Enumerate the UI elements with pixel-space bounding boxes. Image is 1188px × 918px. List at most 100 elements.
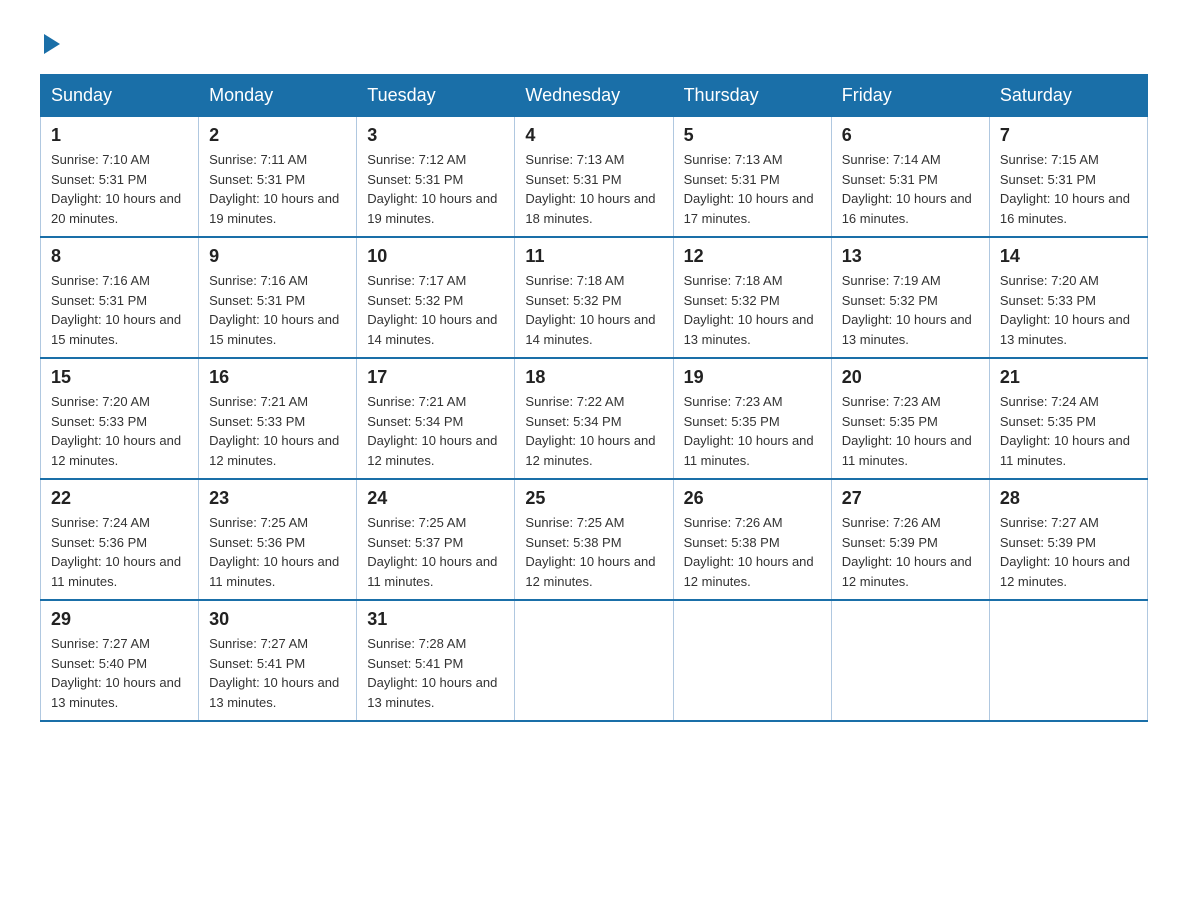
calendar-cell: 19 Sunrise: 7:23 AMSunset: 5:35 PMDaylig… — [673, 358, 831, 479]
calendar-cell: 24 Sunrise: 7:25 AMSunset: 5:37 PMDaylig… — [357, 479, 515, 600]
calendar-cell: 16 Sunrise: 7:21 AMSunset: 5:33 PMDaylig… — [199, 358, 357, 479]
day-info: Sunrise: 7:15 AMSunset: 5:31 PMDaylight:… — [1000, 152, 1130, 226]
day-info: Sunrise: 7:11 AMSunset: 5:31 PMDaylight:… — [209, 152, 339, 226]
calendar-table: SundayMondayTuesdayWednesdayThursdayFrid… — [40, 74, 1148, 722]
day-header-thursday: Thursday — [673, 75, 831, 117]
day-number: 12 — [684, 246, 821, 267]
day-number: 22 — [51, 488, 188, 509]
day-number: 10 — [367, 246, 504, 267]
calendar-cell: 3 Sunrise: 7:12 AMSunset: 5:31 PMDayligh… — [357, 117, 515, 238]
calendar-cell: 4 Sunrise: 7:13 AMSunset: 5:31 PMDayligh… — [515, 117, 673, 238]
day-number: 25 — [525, 488, 662, 509]
calendar-cell — [673, 600, 831, 721]
day-info: Sunrise: 7:25 AMSunset: 5:37 PMDaylight:… — [367, 515, 497, 589]
day-info: Sunrise: 7:16 AMSunset: 5:31 PMDaylight:… — [51, 273, 181, 347]
day-number: 26 — [684, 488, 821, 509]
day-info: Sunrise: 7:20 AMSunset: 5:33 PMDaylight:… — [1000, 273, 1130, 347]
day-number: 13 — [842, 246, 979, 267]
calendar-week-row: 22 Sunrise: 7:24 AMSunset: 5:36 PMDaylig… — [41, 479, 1148, 600]
day-number: 5 — [684, 125, 821, 146]
page-header — [40, 30, 1148, 54]
calendar-cell: 29 Sunrise: 7:27 AMSunset: 5:40 PMDaylig… — [41, 600, 199, 721]
calendar-cell: 7 Sunrise: 7:15 AMSunset: 5:31 PMDayligh… — [989, 117, 1147, 238]
day-number: 18 — [525, 367, 662, 388]
day-info: Sunrise: 7:16 AMSunset: 5:31 PMDaylight:… — [209, 273, 339, 347]
day-info: Sunrise: 7:18 AMSunset: 5:32 PMDaylight:… — [525, 273, 655, 347]
day-info: Sunrise: 7:20 AMSunset: 5:33 PMDaylight:… — [51, 394, 181, 468]
calendar-week-row: 8 Sunrise: 7:16 AMSunset: 5:31 PMDayligh… — [41, 237, 1148, 358]
day-header-wednesday: Wednesday — [515, 75, 673, 117]
calendar-cell: 21 Sunrise: 7:24 AMSunset: 5:35 PMDaylig… — [989, 358, 1147, 479]
calendar-cell — [989, 600, 1147, 721]
day-info: Sunrise: 7:22 AMSunset: 5:34 PMDaylight:… — [525, 394, 655, 468]
day-number: 7 — [1000, 125, 1137, 146]
day-number: 24 — [367, 488, 504, 509]
calendar-cell: 12 Sunrise: 7:18 AMSunset: 5:32 PMDaylig… — [673, 237, 831, 358]
day-number: 9 — [209, 246, 346, 267]
day-header-saturday: Saturday — [989, 75, 1147, 117]
day-info: Sunrise: 7:27 AMSunset: 5:41 PMDaylight:… — [209, 636, 339, 710]
calendar-cell: 15 Sunrise: 7:20 AMSunset: 5:33 PMDaylig… — [41, 358, 199, 479]
day-info: Sunrise: 7:21 AMSunset: 5:34 PMDaylight:… — [367, 394, 497, 468]
calendar-cell: 17 Sunrise: 7:21 AMSunset: 5:34 PMDaylig… — [357, 358, 515, 479]
calendar-week-row: 15 Sunrise: 7:20 AMSunset: 5:33 PMDaylig… — [41, 358, 1148, 479]
day-number: 21 — [1000, 367, 1137, 388]
calendar-cell: 5 Sunrise: 7:13 AMSunset: 5:31 PMDayligh… — [673, 117, 831, 238]
day-number: 19 — [684, 367, 821, 388]
day-info: Sunrise: 7:21 AMSunset: 5:33 PMDaylight:… — [209, 394, 339, 468]
calendar-cell: 6 Sunrise: 7:14 AMSunset: 5:31 PMDayligh… — [831, 117, 989, 238]
calendar-week-row: 1 Sunrise: 7:10 AMSunset: 5:31 PMDayligh… — [41, 117, 1148, 238]
calendar-cell: 18 Sunrise: 7:22 AMSunset: 5:34 PMDaylig… — [515, 358, 673, 479]
day-header-monday: Monday — [199, 75, 357, 117]
day-number: 6 — [842, 125, 979, 146]
logo — [40, 30, 60, 54]
day-number: 4 — [525, 125, 662, 146]
calendar-cell: 30 Sunrise: 7:27 AMSunset: 5:41 PMDaylig… — [199, 600, 357, 721]
calendar-cell: 11 Sunrise: 7:18 AMSunset: 5:32 PMDaylig… — [515, 237, 673, 358]
day-info: Sunrise: 7:13 AMSunset: 5:31 PMDaylight:… — [684, 152, 814, 226]
calendar-cell: 10 Sunrise: 7:17 AMSunset: 5:32 PMDaylig… — [357, 237, 515, 358]
day-info: Sunrise: 7:26 AMSunset: 5:39 PMDaylight:… — [842, 515, 972, 589]
calendar-cell: 1 Sunrise: 7:10 AMSunset: 5:31 PMDayligh… — [41, 117, 199, 238]
day-number: 15 — [51, 367, 188, 388]
day-number: 3 — [367, 125, 504, 146]
day-info: Sunrise: 7:28 AMSunset: 5:41 PMDaylight:… — [367, 636, 497, 710]
day-number: 29 — [51, 609, 188, 630]
calendar-cell: 22 Sunrise: 7:24 AMSunset: 5:36 PMDaylig… — [41, 479, 199, 600]
day-info: Sunrise: 7:14 AMSunset: 5:31 PMDaylight:… — [842, 152, 972, 226]
day-number: 8 — [51, 246, 188, 267]
day-info: Sunrise: 7:18 AMSunset: 5:32 PMDaylight:… — [684, 273, 814, 347]
calendar-cell: 28 Sunrise: 7:27 AMSunset: 5:39 PMDaylig… — [989, 479, 1147, 600]
day-number: 23 — [209, 488, 346, 509]
day-info: Sunrise: 7:25 AMSunset: 5:38 PMDaylight:… — [525, 515, 655, 589]
day-info: Sunrise: 7:24 AMSunset: 5:36 PMDaylight:… — [51, 515, 181, 589]
calendar-header-row: SundayMondayTuesdayWednesdayThursdayFrid… — [41, 75, 1148, 117]
day-info: Sunrise: 7:10 AMSunset: 5:31 PMDaylight:… — [51, 152, 181, 226]
calendar-cell: 23 Sunrise: 7:25 AMSunset: 5:36 PMDaylig… — [199, 479, 357, 600]
day-info: Sunrise: 7:25 AMSunset: 5:36 PMDaylight:… — [209, 515, 339, 589]
calendar-cell: 26 Sunrise: 7:26 AMSunset: 5:38 PMDaylig… — [673, 479, 831, 600]
day-info: Sunrise: 7:13 AMSunset: 5:31 PMDaylight:… — [525, 152, 655, 226]
day-info: Sunrise: 7:23 AMSunset: 5:35 PMDaylight:… — [842, 394, 972, 468]
day-info: Sunrise: 7:12 AMSunset: 5:31 PMDaylight:… — [367, 152, 497, 226]
calendar-cell: 25 Sunrise: 7:25 AMSunset: 5:38 PMDaylig… — [515, 479, 673, 600]
day-info: Sunrise: 7:27 AMSunset: 5:40 PMDaylight:… — [51, 636, 181, 710]
day-header-sunday: Sunday — [41, 75, 199, 117]
day-number: 30 — [209, 609, 346, 630]
day-number: 16 — [209, 367, 346, 388]
day-info: Sunrise: 7:24 AMSunset: 5:35 PMDaylight:… — [1000, 394, 1130, 468]
calendar-cell: 14 Sunrise: 7:20 AMSunset: 5:33 PMDaylig… — [989, 237, 1147, 358]
day-number: 1 — [51, 125, 188, 146]
calendar-cell: 9 Sunrise: 7:16 AMSunset: 5:31 PMDayligh… — [199, 237, 357, 358]
calendar-cell: 13 Sunrise: 7:19 AMSunset: 5:32 PMDaylig… — [831, 237, 989, 358]
day-info: Sunrise: 7:27 AMSunset: 5:39 PMDaylight:… — [1000, 515, 1130, 589]
day-number: 20 — [842, 367, 979, 388]
calendar-cell — [515, 600, 673, 721]
calendar-cell: 8 Sunrise: 7:16 AMSunset: 5:31 PMDayligh… — [41, 237, 199, 358]
calendar-cell: 2 Sunrise: 7:11 AMSunset: 5:31 PMDayligh… — [199, 117, 357, 238]
day-info: Sunrise: 7:23 AMSunset: 5:35 PMDaylight:… — [684, 394, 814, 468]
day-info: Sunrise: 7:26 AMSunset: 5:38 PMDaylight:… — [684, 515, 814, 589]
day-number: 14 — [1000, 246, 1137, 267]
logo-arrow-icon — [44, 34, 60, 54]
day-number: 17 — [367, 367, 504, 388]
